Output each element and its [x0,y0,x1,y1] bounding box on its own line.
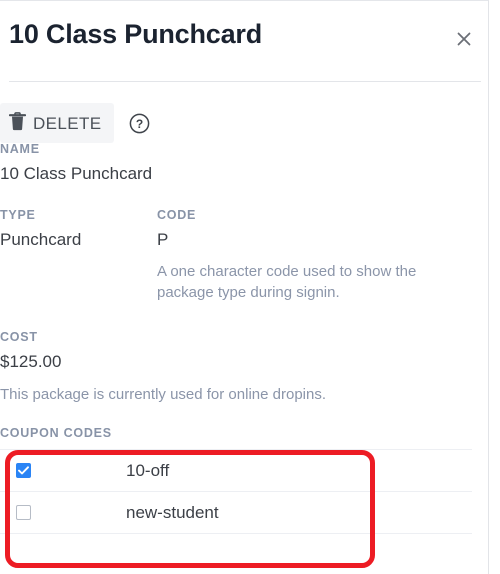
dialog-header: 10 Class Punchcard [0,1,488,82]
coupon-code-name: 10-off [126,460,170,480]
delete-button-label: DELETE [33,113,102,133]
svg-text:?: ? [136,117,143,131]
field-name: NAME 10 Class Punchcard [0,142,300,186]
field-name-value: 10 Class Punchcard [0,163,153,183]
scroll-gutter[interactable] [489,0,500,574]
help-circle-icon[interactable]: ? [129,112,151,134]
coupon-checkbox-cell [0,463,126,478]
delete-button[interactable]: DELETE [0,103,114,143]
table-row[interactable]: new-student [0,492,472,534]
field-name-label: NAME [0,142,40,156]
table-row[interactable]: 10-off [0,450,472,492]
field-cost: COST $125.00 This package is currently u… [0,330,420,405]
coupon-codes-label: COUPON CODES [0,426,112,440]
coupon-codes-section: COUPON CODES 10-off new-student [0,426,472,534]
field-type-value: Punchcard [0,229,82,249]
type-code-row: TYPE Punchcard CODE P A one character co… [0,208,472,303]
field-type-label: TYPE [0,208,36,222]
package-usage-note: This package is currently used for onlin… [0,385,327,403]
field-code: CODE P A one character code used to show… [157,208,447,303]
field-cost-value: $125.00 [0,351,62,371]
trash-icon [8,112,27,134]
field-type: TYPE Punchcard [0,208,157,303]
field-code-value: P [157,229,169,249]
field-cost-label: COST [0,330,38,344]
coupon-checkbox-cell [0,505,126,520]
page-title: 10 Class Punchcard [9,19,263,49]
coupon-codes-table: 10-off new-student [0,449,472,534]
field-code-label: CODE [157,208,197,222]
coupon-code-name: new-student [126,502,219,522]
coupon-checkbox-unchecked[interactable] [16,505,31,520]
package-detail-panel: 10 Class Punchcard DELETE ? NAME 10 Clas… [0,0,489,574]
field-code-help-text: A one character code used to show the pa… [157,262,417,301]
header-divider [9,81,481,82]
action-row: DELETE ? [0,103,151,143]
close-icon[interactable] [450,25,478,53]
coupon-checkbox-checked[interactable] [16,463,31,478]
